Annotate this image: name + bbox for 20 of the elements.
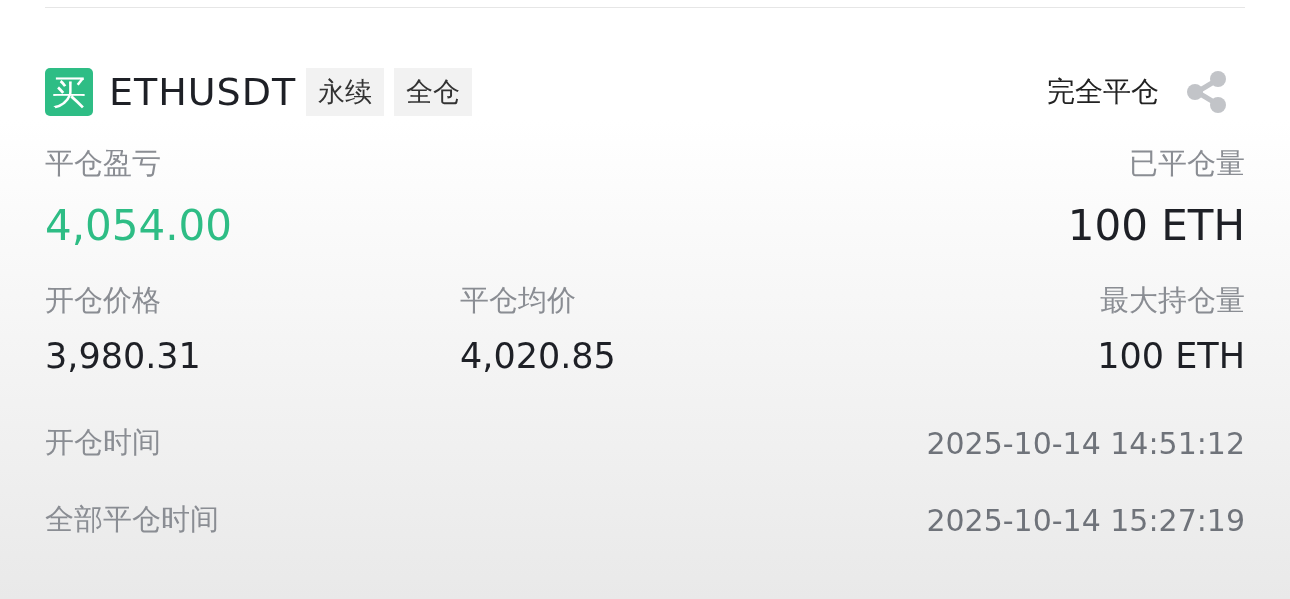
max-position-value: 100 ETH [1097,335,1245,378]
pnl-value: 4,054.00 [45,199,234,252]
open-price-value: 3,980.31 [45,335,202,378]
close-avg-price-label: 平仓均价 [460,281,577,319]
status-text: 完全平仓 [1047,74,1159,110]
symbol: ETHUSDT [109,68,297,116]
closed-volume-value: 100 ETH [1067,199,1245,252]
share-icon[interactable] [1185,70,1229,114]
open-price-label: 开仓价格 [45,281,162,319]
time-label: 开仓时间 [45,424,161,462]
close-avg-price-value: 4,020.85 [460,335,617,378]
max-position-label: 最大持仓量 [1099,281,1245,319]
time-label: 全部平仓时间 [45,501,219,539]
time-value: 2025-10-14 15:27:19 [926,501,1245,540]
pnl-label: 平仓盈亏 [45,145,162,182]
tag: 全仓 [394,67,473,117]
time-value: 2025-10-14 14:51:12 [926,424,1245,463]
closed-volume-label: 已平仓量 [1128,145,1245,182]
tag: 永续 [306,67,385,117]
buy-badge: 买 [45,68,93,116]
